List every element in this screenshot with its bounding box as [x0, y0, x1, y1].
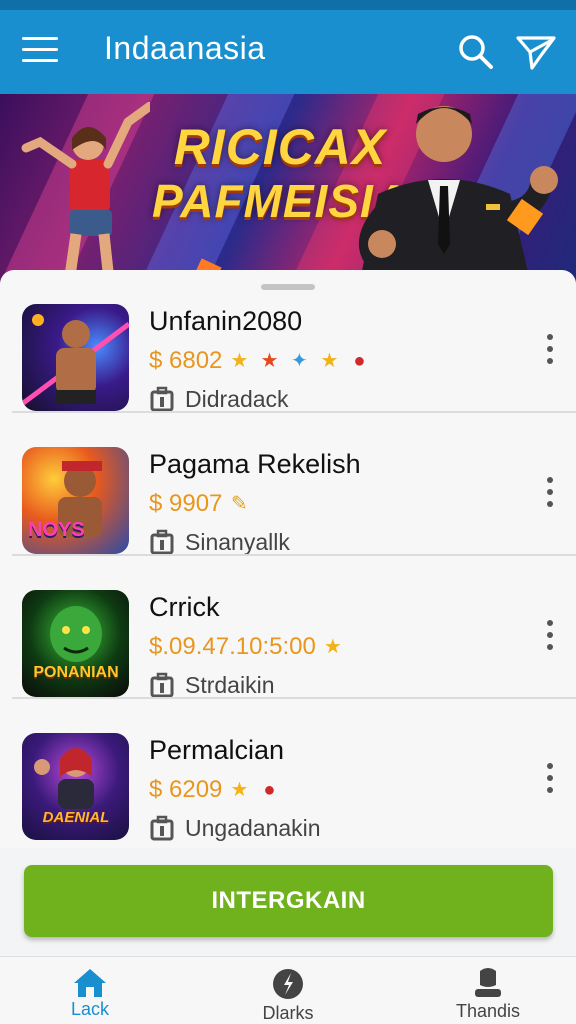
price-line: $ 6802 ★ ★ ✦ ★ ● — [149, 346, 378, 376]
building-icon — [150, 529, 174, 555]
price-line: $ 9907 ✎ — [149, 489, 258, 519]
more-vert-icon — [547, 763, 553, 769]
star-icon: ★ — [320, 350, 339, 372]
status-bar — [0, 0, 576, 10]
app-thumbnail: NOYS — [22, 447, 129, 554]
star-icon: ★ — [230, 350, 249, 372]
search-icon — [459, 35, 493, 69]
app-thumbnail: PONANIAN — [22, 590, 129, 697]
more-options-button[interactable] — [538, 763, 562, 803]
nav-label: Lack — [70, 999, 110, 1019]
more-options-button[interactable] — [538, 334, 562, 374]
more-options-button[interactable] — [538, 477, 562, 517]
nav-label: Thandis — [455, 1001, 521, 1021]
promo-banner[interactable]: RICICAX PAFMEISIA — [0, 94, 576, 290]
star-icon: ★ — [260, 350, 279, 372]
badge-icon: ● — [263, 779, 276, 801]
hamburger-icon — [22, 37, 58, 40]
app-list-sheet: Unfanin2080 $ 6802 ★ ★ ✦ ★ ● Didradack N… — [0, 270, 576, 856]
nav-item-discover[interactable]: Dlarks — [228, 967, 348, 1024]
nav-item-home[interactable]: Lack — [30, 967, 150, 1024]
nav-item-profile[interactable]: Thandis — [428, 967, 548, 1024]
primary-action-button[interactable]: INTERGKAIN — [24, 865, 553, 937]
app-price: $.09.47.10:5:00 — [149, 633, 316, 660]
app-price: $ 6209 — [149, 776, 223, 803]
developer-name: Strdaikin — [185, 671, 275, 698]
search-button[interactable] — [456, 32, 496, 72]
app-meta: Didradack — [149, 384, 289, 414]
developer-name: Ungadanakin — [185, 814, 321, 841]
compass-icon — [273, 969, 303, 999]
profile-icon — [475, 968, 501, 997]
app-name: Unfanin2080 — [149, 306, 303, 336]
thumbnail-logo-text: NOYS — [28, 519, 85, 541]
filter-button[interactable] — [514, 32, 558, 72]
developer-name: Sinanyallk — [185, 528, 290, 555]
man-in-suit-figure-image — [358, 106, 558, 290]
price-line: $ 6209 ★ ● — [149, 775, 288, 805]
menu-button[interactable] — [22, 37, 58, 67]
pencil-icon: ✎ — [231, 493, 248, 515]
building-icon — [150, 815, 174, 841]
list-item[interactable]: DAENIAL Permalcian $ 6209 ★ ● Ungadanaki… — [0, 699, 576, 842]
app-name: Permalcian — [149, 735, 285, 765]
bottom-navigation: Lack Dlarks Thandis — [0, 956, 576, 1024]
more-options-button[interactable] — [538, 620, 562, 660]
list-item[interactable]: Unfanin2080 $ 6802 ★ ★ ✦ ★ ● Didradack — [0, 270, 576, 413]
app-bar: Indaanasia — [0, 10, 576, 94]
thumbnail-logo-text: DAENIAL — [42, 809, 110, 826]
badge-icon: ● — [353, 350, 366, 372]
more-vert-icon — [547, 620, 553, 626]
sparkle-icon: ✦ — [291, 350, 308, 372]
more-vert-icon — [547, 477, 553, 483]
star-icon: ★ — [230, 779, 249, 801]
app-thumbnail — [22, 304, 129, 411]
list-item[interactable]: PONANIAN Crrick $.09.47.10:5:00 ★ Strdai… — [0, 556, 576, 699]
app-price: $ 9907 — [149, 490, 223, 517]
cta-container: INTERGKAIN — [0, 848, 576, 956]
app-meta: Strdaikin — [149, 670, 274, 700]
building-icon — [150, 386, 174, 412]
app-meta: Ungadanakin — [149, 813, 321, 843]
fighter-image — [22, 314, 129, 407]
dancer-figure-image — [21, 102, 150, 290]
app-price: $ 6802 — [149, 347, 223, 374]
app-thumbnail: DAENIAL — [22, 733, 129, 840]
thumbnail-logo-text: PONANIAN — [33, 664, 119, 681]
app-name: Crrick — [149, 592, 220, 622]
building-icon — [150, 672, 174, 698]
nav-label: Dlarks — [262, 1003, 314, 1023]
star-icon: ★ — [323, 636, 342, 658]
app-meta: Sinanyallk — [149, 527, 290, 557]
app-title: Indaanasia — [104, 30, 266, 66]
more-vert-icon — [547, 334, 553, 340]
filter-icon — [516, 36, 556, 70]
app-name: Pagama Rekelish — [149, 449, 361, 479]
developer-name: Didradack — [185, 385, 289, 412]
price-line: $.09.47.10:5:00 ★ — [149, 632, 352, 662]
list-item[interactable]: NOYS Pagama Rekelish $ 9907 ✎ Sinanyallk — [0, 413, 576, 556]
home-icon — [74, 969, 106, 997]
